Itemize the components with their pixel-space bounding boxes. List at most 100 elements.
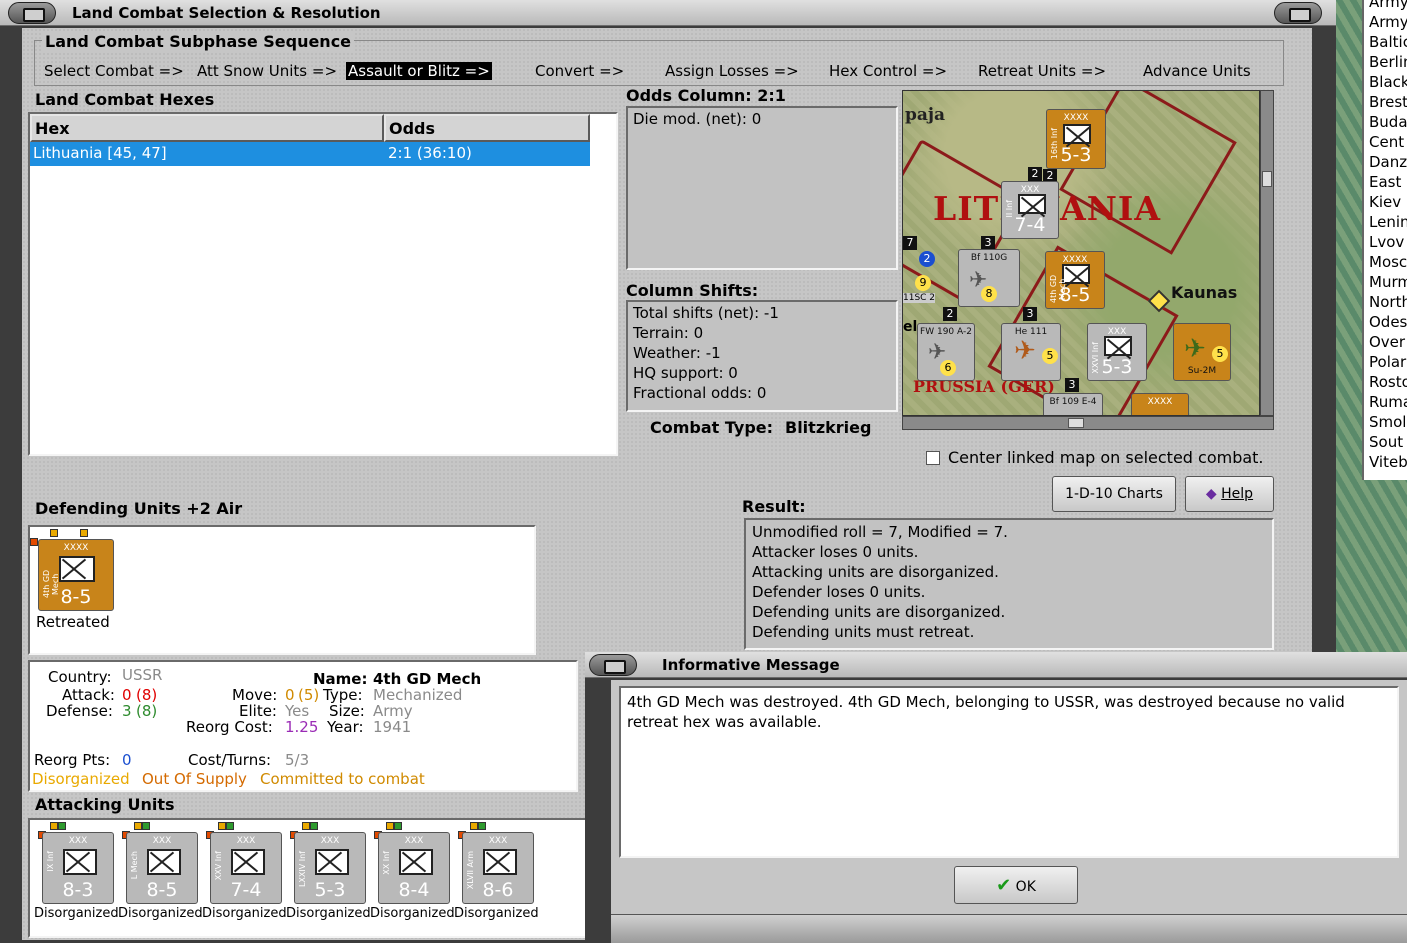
mech-icon <box>59 556 95 582</box>
side-list-item[interactable]: Lvov <box>1369 232 1407 252</box>
map-counter-bf110g[interactable]: Bf 110G ✈ 8 <box>958 249 1020 307</box>
step-hex-control: Hex Control => <box>829 62 948 80</box>
side-list-item[interactable]: Berlin <box>1369 52 1407 72</box>
attacker-unit[interactable]: XXX XLVII Arm 8-6 Disorganized <box>454 820 540 936</box>
center-map-checkbox[interactable] <box>926 451 940 465</box>
subphase-title: Land Combat Subphase Sequence <box>42 32 355 51</box>
main-titlebar: Land Combat Selection & Resolution <box>0 0 1336 26</box>
status-pip <box>310 822 318 830</box>
window-menu-icon[interactable] <box>8 2 56 24</box>
table-row[interactable]: Lithuania [45, 47] 2:1 (36:10) <box>30 142 590 166</box>
dialog-menu-icon[interactable] <box>589 654 637 676</box>
side-list-item[interactable]: East <box>1369 172 1407 192</box>
stack-marker: 7 <box>903 236 917 250</box>
defender-status: Retreated <box>36 613 110 631</box>
scroll-thumb[interactable] <box>1068 418 1084 428</box>
shift-line: HQ support: 0 <box>633 364 738 382</box>
map-vertical-scrollbar[interactable] <box>1260 90 1274 416</box>
attacker-unit[interactable]: XXX LXXIV Inf 5-3 Disorganized <box>286 820 372 936</box>
side-list-item[interactable]: Mosc <box>1369 252 1407 272</box>
linked-map[interactable]: paja LITHUANIA Kaunas PRUSSIA (GER) 2 3 … <box>902 90 1260 416</box>
side-list-item[interactable]: Army <box>1369 12 1407 32</box>
message-text-box: 4th GD Mech was destroyed. 4th GD Mech, … <box>619 686 1399 858</box>
map-counter-bf109[interactable]: Bf 109 E-4 <box>1043 393 1103 415</box>
map-counter-ii-inf[interactable]: XXX II Inf 7-4 <box>1001 181 1059 239</box>
attacker-counter[interactable]: XXX L Mech 8-5 <box>126 832 198 904</box>
side-list-item[interactable]: Army <box>1369 0 1407 12</box>
attacking-title: Attacking Units <box>35 795 175 814</box>
side-list-item[interactable]: Danz <box>1369 152 1407 172</box>
attacker-counter[interactable]: XXX IX Inf 8-3 <box>42 832 114 904</box>
side-list-item[interactable]: Sout <box>1369 432 1407 452</box>
map-counter-xxvi-inf[interactable]: XXX XXVI Inf 5-3 <box>1087 323 1147 381</box>
side-list-item[interactable]: Over <box>1369 332 1407 352</box>
map-counter-fw190[interactable]: FW 190 A-2 ✈ 6 <box>917 323 975 381</box>
scroll-thumb[interactable] <box>1262 171 1272 187</box>
side-list-item[interactable]: Baltic <box>1369 32 1407 52</box>
hex-cell: Lithuania [45, 47] <box>33 144 167 162</box>
dialog-statusbar <box>611 914 1407 943</box>
detail-defense: 3 <box>122 702 132 720</box>
odds-column-header[interactable]: Odds <box>384 114 590 142</box>
attacker-counter[interactable]: XXX LXXIV Inf 5-3 <box>294 832 366 904</box>
column-shifts-title: Column Shifts: <box>626 281 759 300</box>
stack-marker: 3 <box>981 236 995 250</box>
map-counter-4th-gd-mech[interactable]: XXXX 4th GD Mech 8-5 <box>1045 251 1105 309</box>
flag-disorganized: Disorganized <box>32 770 130 788</box>
result-line: Defending units must retreat. <box>752 623 975 641</box>
charts-button[interactable]: 1-D-10 Charts <box>1052 476 1176 512</box>
side-list-item[interactable]: Rosto <box>1369 372 1407 392</box>
side-list-item[interactable]: Ruma <box>1369 392 1407 412</box>
side-list-item[interactable]: Brest <box>1369 92 1407 112</box>
attacker-status: Disorganized <box>454 906 539 921</box>
attacker-counter[interactable]: XXX XLVII Arm 8-6 <box>462 832 534 904</box>
window-close-icon[interactable] <box>1274 2 1322 24</box>
hex-column-header[interactable]: Hex <box>30 114 384 142</box>
side-list-item[interactable]: Smol <box>1369 412 1407 432</box>
attacker-counter[interactable]: XXX XX Inf 8-4 <box>378 832 450 904</box>
attacker-unit[interactable]: XXX L Mech 8-5 Disorganized <box>118 820 204 936</box>
side-list-item[interactable]: Buda <box>1369 112 1407 132</box>
infantry-icon <box>1104 336 1132 356</box>
map-counter-he111[interactable]: He 111 ✈ 5 <box>1001 323 1061 381</box>
combat-type-label: Combat Type: <box>650 418 774 437</box>
detail-cost-turns: 5/3 <box>285 751 310 769</box>
map-counter-16th-inf[interactable]: XXXX 16th Inf 5-3 <box>1046 109 1106 169</box>
side-list-item[interactable]: Kiev <box>1369 192 1407 212</box>
stack-marker: 2 <box>1028 167 1042 181</box>
status-pip <box>58 822 66 830</box>
ok-button[interactable]: ✔ OK <box>954 866 1078 904</box>
side-list-item[interactable]: Black <box>1369 72 1407 92</box>
attacker-unit[interactable]: XXX IX Inf 8-3 Disorganized <box>34 820 120 936</box>
map-horizontal-scrollbar[interactable] <box>902 416 1274 430</box>
attacker-unit[interactable]: XXX XX Inf 8-4 Disorganized <box>370 820 456 936</box>
result-line: Unmodified roll = 7, Modified = 7. <box>752 523 1008 541</box>
map-counter-xxxx[interactable]: XXXX <box>1131 393 1189 415</box>
side-list-item[interactable]: Odes <box>1369 312 1407 332</box>
result-line: Defender loses 0 units. <box>752 583 926 601</box>
side-list-item[interactable]: Viteb <box>1369 452 1407 472</box>
defending-title: Defending Units +2 Air <box>35 499 243 518</box>
infantry-icon <box>1018 194 1046 214</box>
attacker-status: Disorganized <box>34 906 119 921</box>
attacker-counter[interactable]: XXX XXV Inf 7-4 <box>210 832 282 904</box>
help-book-icon: ◆ <box>1205 486 1217 502</box>
map-counter-su2m[interactable]: Su-2M ✈ 5 <box>1173 323 1231 381</box>
defending-units-box: XXXX 4th GD Mech 8-5 Retreated <box>28 525 536 655</box>
message-dialog: Informative Message 4th GD Mech was dest… <box>585 652 1407 943</box>
attacker-status: Disorganized <box>118 906 203 921</box>
side-list-item[interactable]: Cent <box>1369 132 1407 152</box>
attacker-unit[interactable]: XXX XXV Inf 7-4 Disorganized <box>202 820 288 936</box>
side-list-item[interactable]: Lenin <box>1369 212 1407 232</box>
odds-column-title: Odds Column: 2:1 <box>626 86 786 105</box>
status-pip <box>478 822 486 830</box>
defender-counter[interactable]: XXXX 4th GD Mech 8-5 <box>38 539 114 611</box>
help-button[interactable]: ◆ Help <box>1185 476 1274 512</box>
unit-type-icon <box>63 849 97 875</box>
dialog-title: Informative Message <box>662 656 840 674</box>
die-mod: Die mod. (net): 0 <box>633 110 762 128</box>
dialog-body: 4th GD Mech was destroyed. 4th GD Mech, … <box>611 680 1407 914</box>
side-list-item[interactable]: Murm <box>1369 272 1407 292</box>
side-list-item[interactable]: North <box>1369 292 1407 312</box>
side-list-item[interactable]: Polar <box>1369 352 1407 372</box>
